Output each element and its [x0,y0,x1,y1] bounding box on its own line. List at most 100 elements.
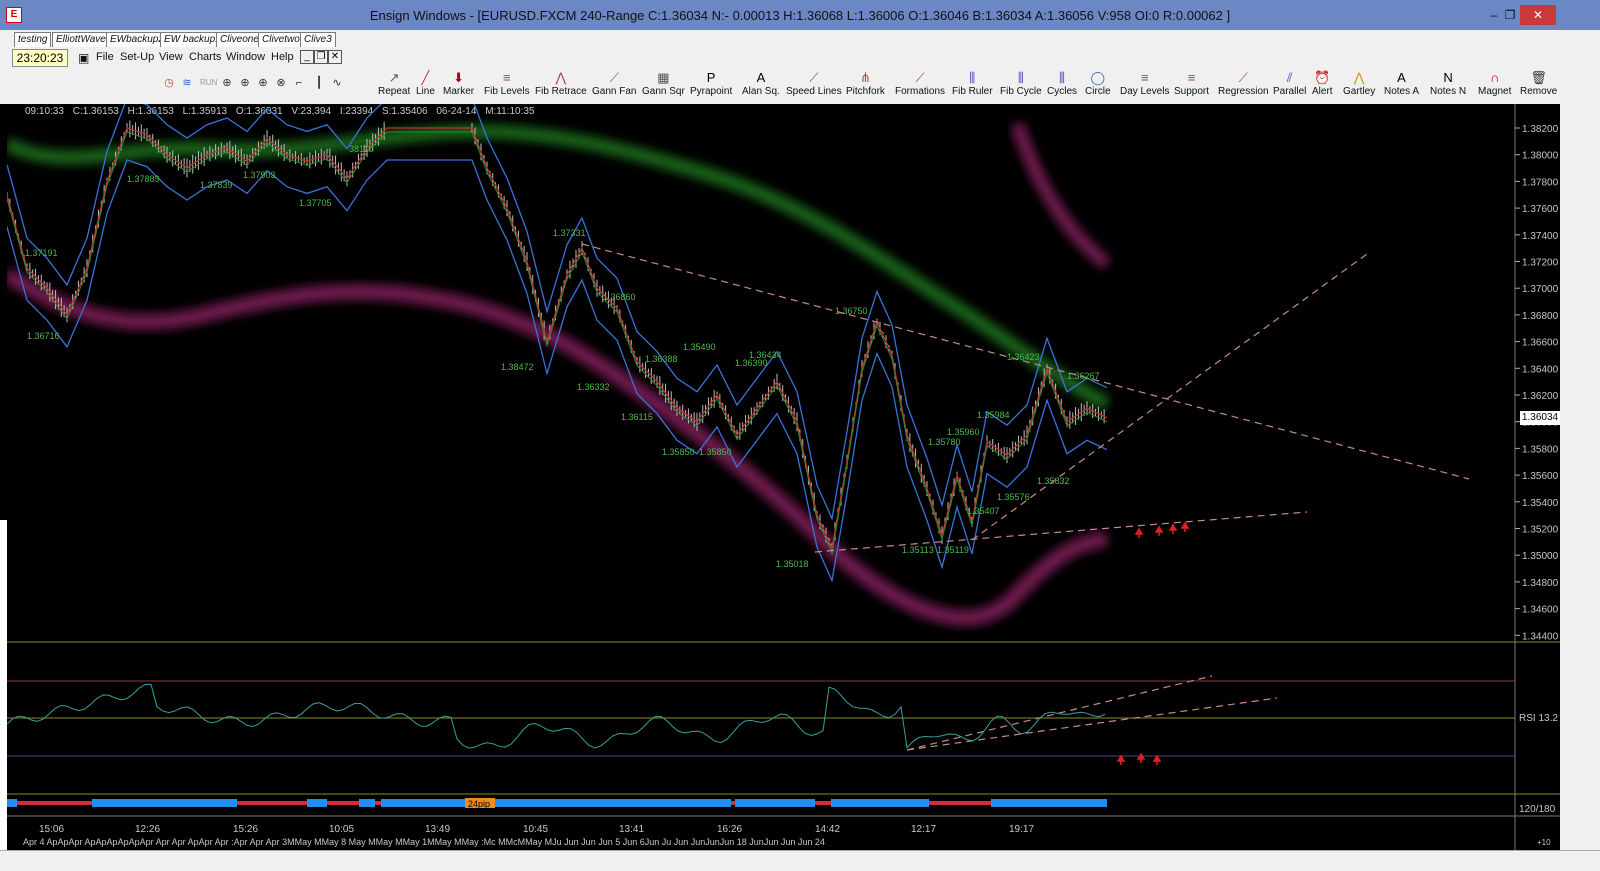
menu-help[interactable]: Help [271,51,294,63]
ensign-window: E Ensign Windows - [EURUSD.FXCM 240-Rang… [0,0,1600,871]
time-tick-label: 14:42 [815,824,840,835]
horizontal-scrollbar[interactable] [0,850,1600,871]
toolbar-pyrapoint-button[interactable]: P Pyrapoint [690,70,732,100]
swing-label: 1.35780 [928,437,961,447]
toolbar-label: Magnet [1478,86,1512,97]
mdi-close-button[interactable]: ✕ [328,50,342,64]
fib-retrace-icon: ⋀ [555,70,567,85]
chart-canvas: 1.38200 1.38000 1.37800 1.37600 1.37400 1.372… [7,104,1560,850]
toolbar-notes-n-button[interactable]: N Notes N [1430,70,1466,100]
speed-lines-icon: ⟋ [809,70,819,85]
price-chart[interactable]: 09:10:33 C:1.36153 H:1.36153 L:1.35913 O… [7,104,1560,850]
toolbar-parallel-button[interactable]: ⫽ Parallel [1273,70,1306,100]
mdi-restore-button[interactable]: ❐ [314,50,328,64]
price-tick-label: 1.37400 [1522,231,1559,242]
line-icon: ╱ [421,70,430,85]
price-tick-label: 1.37800 [1522,177,1559,188]
tab-ewbackup2[interactable]: EWbackup2 [106,32,168,47]
tab-ew-backup1[interactable]: EW backup1 [160,32,225,47]
toolbar-marker-button[interactable]: ⬇ Marker [443,70,474,100]
swing-label: 1.36423 [1007,352,1040,362]
toolbar-alert-button[interactable]: ⏰ Alert [1312,70,1333,100]
document-icon[interactable]: ▣ [78,51,89,65]
toolbar-remove-button[interactable]: 🗑 Remove [1520,70,1557,100]
swing-label: 1.35960 [947,427,980,437]
mdi-minimize-button[interactable]: _ [300,50,314,64]
toolbar-cycles-button[interactable]: ⫼ Cycles [1047,70,1077,100]
tab-testing[interactable]: testing [14,32,52,47]
time-tick-label: 16:26 [717,824,742,835]
toolbar-regression-button[interactable]: ⟋ Regression [1218,70,1269,100]
toolbar-gann-square-button[interactable]: ▦ Gann Sqr [642,70,685,100]
price-tick-label: 1.36200 [1522,391,1559,402]
green-envelope [7,124,1111,411]
toolbar-speed-lines-button[interactable]: ⟋ Speed Lines [786,70,842,100]
cycles-icon: ⫼ [1059,70,1065,85]
price-tick-label: 1.38000 [1522,151,1559,162]
right-margin [1560,104,1600,850]
tab-clive3[interactable]: Clive3 [300,32,336,47]
menu-window[interactable]: Window [226,51,265,63]
left-edge-lower [0,520,7,850]
gann-square-icon: ▦ [657,70,670,85]
bar-ratio-label: 120/180 [1519,804,1556,815]
toolbar-label: Alan Sq. [742,86,780,97]
toolbar-fib-cycle-button[interactable]: ⫼ Fib Cycle [1000,70,1042,100]
toolbar-day-levels-button[interactable]: ≡ Day Levels [1120,70,1169,100]
trendline-support [814,511,1308,553]
toolbar-label: Day Levels [1120,86,1170,97]
toolbar-label: Fib Ruler [952,86,993,97]
swing-label: 1.35113 [902,545,934,555]
tab-cliveone[interactable]: Cliveone [216,32,263,47]
price-tick-label: 1.36600 [1522,338,1559,349]
time-tick-label: 15:26 [233,824,258,835]
chart-tab-row: testing ElliottWave EWbackup2 EW backup1… [0,30,1600,48]
menu-file[interactable]: File [96,51,114,63]
toolbar-label: Repeat [378,86,411,97]
gartley-icon: ⋀ [1353,70,1365,85]
toolbar-pitchfork-button[interactable]: ⋔ Pitchfork [846,70,885,100]
restore-button[interactable]: ❐ [1498,5,1522,25]
toolbar-label: Line [416,86,435,97]
toolbar-label: Parallel [1273,86,1307,97]
toolbar-fib-retrace-button[interactable]: ⋀ Fib Retrace [535,70,587,100]
toolbar-notes-a-button[interactable]: A Notes A [1384,70,1419,100]
fib-ruler-icon: ⫼ [969,70,976,85]
support-icon: ≡ [1187,70,1196,85]
toolbar-fib-levels-button[interactable]: ≡ Fib Levels [484,70,530,100]
clock-display: 23:20:23 [12,49,68,67]
price-tick-label: 1.34400 [1522,631,1559,642]
toolbar-support-button[interactable]: ≡ Support [1174,70,1209,100]
tab-elliottwave[interactable]: ElliottWave [52,32,110,47]
toolbar-label: Gartley [1343,86,1376,97]
toolbar-label: Cycles [1047,86,1078,97]
toolbar-label: Fib Levels [484,86,530,97]
toolbar-repeat-button[interactable]: ↗ Repeat [378,70,410,100]
toolbar-circle-button[interactable]: ◯ Circle [1085,70,1111,100]
toolbar-line-button[interactable]: ╱ Line [416,70,435,100]
price-tick-label: 1.35800 [1522,444,1559,455]
menu-setup[interactable]: Set-Up [120,51,154,63]
time-tick-label: 10:05 [329,824,354,835]
time-tick-label: 19:17 [1009,824,1034,835]
toolbar-magnet-button[interactable]: ∩ Magnet [1478,70,1511,100]
tab-clivetwo[interactable]: Clivetwo [258,32,304,47]
toolbar-alan-square-button[interactable]: A Alan Sq. [742,70,780,100]
menu-view[interactable]: View [159,51,183,63]
toolbar-gartley-button[interactable]: ⋀ Gartley [1343,70,1375,100]
close-button[interactable]: ✕ [1520,5,1556,25]
last-price-marker: 1.36034 [1520,411,1560,425]
title-bar: E Ensign Windows - [EURUSD.FXCM 240-Rang… [0,0,1600,30]
swing-label: 1.35832 [1037,476,1070,486]
alan-square-icon: A [756,70,766,85]
time-tick-label: 15:06 [39,824,64,835]
toolbar-gann-fan-button[interactable]: ⟋ Gann Fan [592,70,636,100]
price-tick-label: 1.34800 [1522,578,1559,589]
price-tick-label: 1.35600 [1522,471,1559,482]
price-tick-label: 1.36800 [1522,311,1559,322]
toolbar-fib-ruler-button[interactable]: ⫼ Fib Ruler [952,70,993,100]
menu-charts[interactable]: Charts [189,51,221,63]
toolbar-formations-button[interactable]: ⟋ Formations [895,70,945,100]
toolbar-label: Gann Fan [592,86,637,97]
circle-icon: ◯ [1090,70,1106,85]
